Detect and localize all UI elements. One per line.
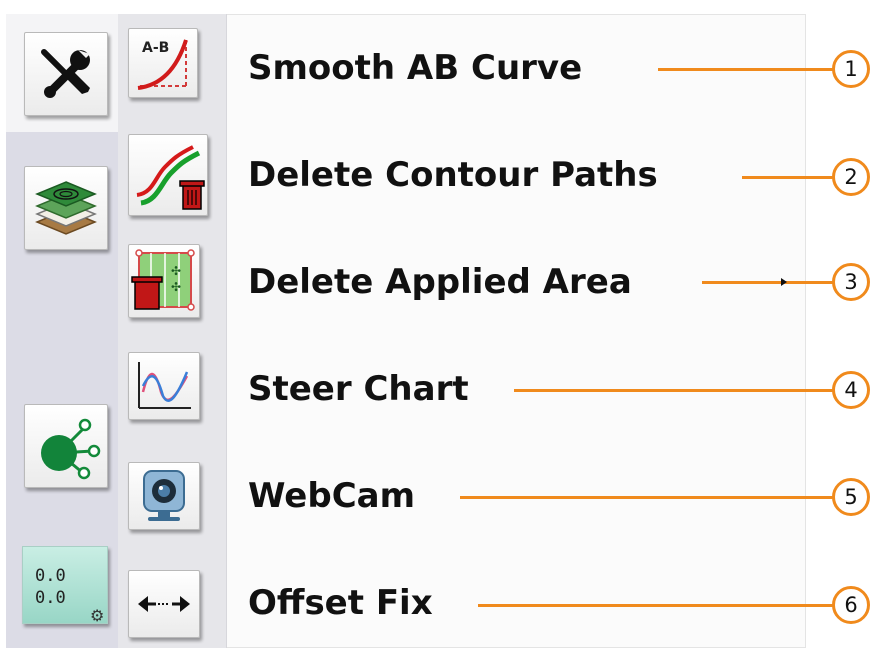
callout-6: 6 <box>832 586 870 624</box>
callout-3: 3 <box>832 263 870 301</box>
offset-fix-icon <box>138 596 190 612</box>
delete-contour-icon <box>136 145 205 210</box>
leader-line-1 <box>658 68 834 71</box>
wrench-screwdriver-icon <box>41 49 90 98</box>
ab-curve-icon: A-B <box>137 39 188 90</box>
label-delete-contour-paths: Delete Contour Paths <box>248 155 658 195</box>
callout-1: 1 <box>832 50 870 88</box>
node-network-icon <box>41 418 101 480</box>
pointer-arrowhead <box>781 278 787 286</box>
steer-chart-icon <box>138 362 191 409</box>
delete-applied-area-button[interactable]: ✣ ✣ <box>128 244 200 318</box>
callout-5: 5 <box>832 478 870 516</box>
smooth-ab-curve-button[interactable]: A-B <box>128 28 198 98</box>
leader-line-6 <box>478 604 834 607</box>
label-steer-chart: Steer Chart <box>248 369 469 409</box>
webcam-button[interactable] <box>128 462 200 530</box>
settings-button[interactable] <box>24 32 108 116</box>
callout-2: 2 <box>832 158 870 196</box>
svg-text:✣: ✣ <box>171 264 181 278</box>
svg-text:✣: ✣ <box>171 280 181 294</box>
label-offset-fix: Offset Fix <box>248 583 433 623</box>
leader-line-5 <box>460 496 834 499</box>
steer-chart-button[interactable] <box>128 352 200 420</box>
node-button[interactable] <box>24 404 108 488</box>
coordinate-line-2: 0.0 <box>35 588 66 608</box>
delete-area-icon: ✣ ✣ <box>131 249 195 311</box>
label-delete-applied-area: Delete Applied Area <box>248 262 632 302</box>
ab-icon-text: A-B <box>142 40 169 56</box>
layers-map-icon <box>35 181 97 235</box>
tools-submenu <box>118 14 227 648</box>
leader-line-4 <box>514 389 834 392</box>
layers-button[interactable] <box>24 166 108 250</box>
webcam-icon <box>143 470 185 521</box>
delete-contour-paths-button[interactable] <box>128 134 208 216</box>
label-webcam: WebCam <box>248 476 416 516</box>
callout-4: 4 <box>832 371 870 409</box>
label-smooth-ab-curve: Smooth AB Curve <box>248 48 583 88</box>
leader-line-2 <box>742 176 834 179</box>
gear-icon: ⚙ <box>90 606 105 625</box>
leader-line-3 <box>702 281 834 284</box>
coordinate-line-1: 0.0 <box>35 566 66 586</box>
offset-fix-button[interactable] <box>128 570 200 638</box>
